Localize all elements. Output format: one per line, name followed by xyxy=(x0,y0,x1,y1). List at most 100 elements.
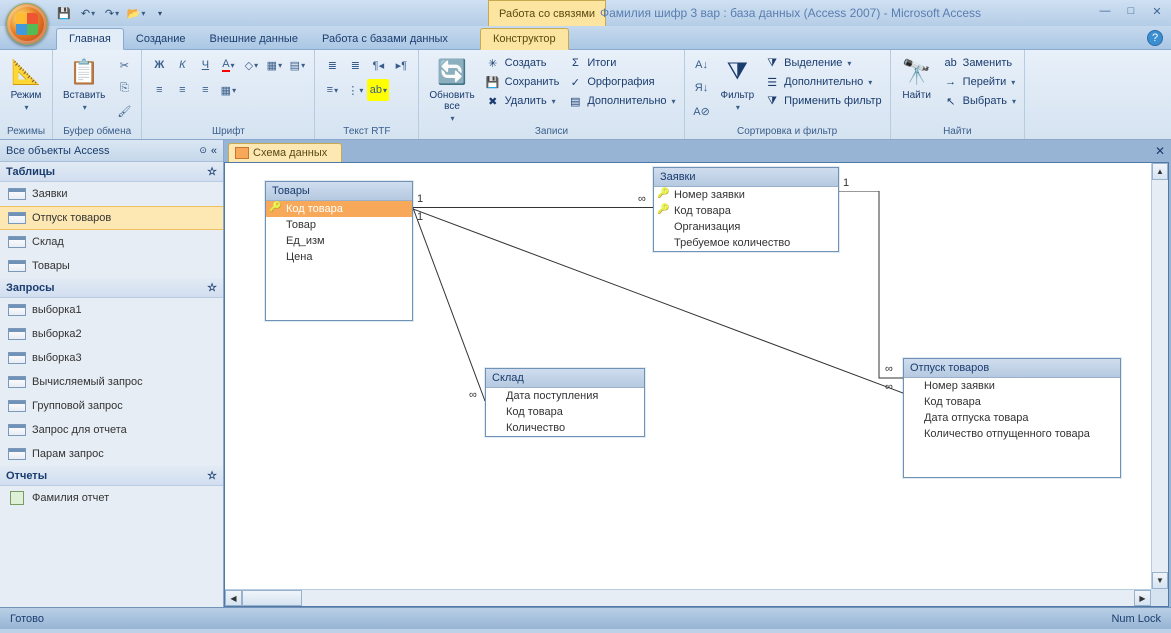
tab-designer[interactable]: Конструктор xyxy=(480,28,569,50)
nav-report-item[interactable]: Фамилия отчет xyxy=(0,486,223,510)
field[interactable]: Дата отпуска товара xyxy=(904,410,1120,426)
save-icon[interactable]: 💾 xyxy=(56,5,72,21)
scroll-right-button[interactable]: ▶ xyxy=(1134,590,1151,606)
view-button[interactable]: 📐Режим xyxy=(6,54,46,114)
gridlines-button[interactable]: ▦ xyxy=(263,54,285,76)
toggle-filter-button[interactable]: ⧩Применить фильтр xyxy=(762,92,884,110)
nav-dropdown-icon[interactable]: ⊙ xyxy=(199,145,207,156)
doc-tab-relationships[interactable]: Схема данных xyxy=(228,143,342,162)
undo-icon[interactable]: ↶ xyxy=(80,5,96,21)
nav-query-item[interactable]: Запрос для отчета xyxy=(0,418,223,442)
gridstyle-button[interactable]: ▦ xyxy=(217,79,239,101)
bullets-button[interactable]: ⋮ xyxy=(344,79,366,101)
new-record-button[interactable]: ✳Создать xyxy=(483,54,562,72)
field[interactable]: Ед_изм xyxy=(266,233,412,249)
close-button[interactable]: ✕ xyxy=(1149,4,1165,18)
tab-create[interactable]: Создание xyxy=(124,29,198,49)
diagram-table-tovary[interactable]: Товары Код товара Товар Ед_изм Цена xyxy=(265,181,413,321)
diagram-table-otpusk[interactable]: Отпуск товаров Номер заявки Код товара Д… xyxy=(903,358,1121,478)
tab-home[interactable]: Главная xyxy=(56,28,124,50)
field[interactable]: Номер заявки xyxy=(654,187,838,203)
align-left-button[interactable]: ≡ xyxy=(148,79,170,101)
horizontal-scrollbar[interactable]: ◀ ▶ xyxy=(225,589,1151,606)
nav-header[interactable]: Все объекты Access ⊙« xyxy=(0,140,223,162)
highlight-button[interactable]: ab xyxy=(367,79,389,101)
minimize-button[interactable]: — xyxy=(1097,4,1113,18)
scroll-up-button[interactable]: ▲ xyxy=(1152,163,1168,180)
field[interactable]: Количество отпущенного товара xyxy=(904,426,1120,442)
nav-category-tables[interactable]: Таблицы☆ xyxy=(0,162,223,182)
relationships-canvas[interactable]: Товары Код товара Товар Ед_изм Цена Заяв… xyxy=(224,162,1169,607)
field[interactable]: Номер заявки xyxy=(904,378,1120,394)
delete-record-button[interactable]: ✖Удалить xyxy=(483,92,562,110)
binoculars-icon: 🔭 xyxy=(901,56,933,88)
clear-sort-button[interactable]: A⊘ xyxy=(691,100,713,122)
redo-icon[interactable]: ↷ xyxy=(104,5,120,21)
nav-collapse-icon[interactable]: « xyxy=(211,145,217,157)
paste-button[interactable]: 📋Вставить xyxy=(59,54,109,114)
copy-button[interactable]: ⎘ xyxy=(113,77,135,99)
goto-button[interactable]: →Перейти xyxy=(941,73,1018,91)
nav-query-item[interactable]: выборка3 xyxy=(0,346,223,370)
nav-table-item[interactable]: Товары xyxy=(0,254,223,278)
sort-desc-button[interactable]: Я↓ xyxy=(691,77,713,99)
field[interactable]: Код товара xyxy=(486,404,644,420)
scroll-thumb[interactable] xyxy=(242,590,302,606)
selection-filter-button[interactable]: ⧩Выделение xyxy=(762,54,884,72)
align-center-button[interactable]: ≡ xyxy=(171,79,193,101)
select-button[interactable]: ↖Выбрать xyxy=(941,92,1018,110)
refresh-all-button[interactable]: 🔄Обновить все xyxy=(425,54,478,125)
office-button[interactable] xyxy=(6,3,48,45)
ltr-button[interactable]: ¶◂ xyxy=(367,54,389,76)
doc-close-button[interactable]: ✕ xyxy=(1155,144,1165,158)
qat-customize-icon[interactable]: ▾ xyxy=(152,5,168,21)
nav-query-item[interactable]: Парам запрос xyxy=(0,442,223,466)
nav-category-reports[interactable]: Отчеты☆ xyxy=(0,466,223,486)
field[interactable]: Количество xyxy=(486,420,644,436)
nav-query-item[interactable]: выборка2 xyxy=(0,322,223,346)
save-record-button[interactable]: 💾Сохранить xyxy=(483,73,562,91)
sort-asc-button[interactable]: A↓ xyxy=(691,54,713,76)
scroll-left-button[interactable]: ◀ xyxy=(225,590,242,606)
more-records-button[interactable]: ▤Дополнительно xyxy=(565,92,677,110)
workspace: Схема данных ✕ Товары Код товара Товар Е… xyxy=(224,140,1171,607)
increase-indent-button[interactable]: ≣ xyxy=(344,54,366,76)
field[interactable]: Товар xyxy=(266,217,412,233)
totals-button[interactable]: ΣИтоги xyxy=(565,54,677,72)
nav-query-item[interactable]: Групповой запрос xyxy=(0,394,223,418)
filter-button[interactable]: ⧩Фильтр xyxy=(717,54,759,114)
query-icon xyxy=(8,400,26,412)
find-button[interactable]: 🔭Найти xyxy=(897,54,937,103)
decrease-indent-button[interactable]: ≣ xyxy=(321,54,343,76)
field-kod-tovara[interactable]: Код товара xyxy=(266,201,412,217)
fill-color-button[interactable]: ◇ xyxy=(240,54,262,76)
replace-button[interactable]: abЗаменить xyxy=(941,54,1018,72)
open-icon[interactable]: 📂 xyxy=(128,5,144,21)
spelling-button[interactable]: ✓Орфография xyxy=(565,73,677,91)
underline-button[interactable]: Ч xyxy=(194,54,216,76)
tab-database-tools[interactable]: Работа с базами данных xyxy=(310,29,460,49)
advanced-filter-button[interactable]: ☰Дополнительно xyxy=(762,73,884,91)
cut-button[interactable]: ✂ xyxy=(113,54,135,76)
nav-query-item[interactable]: выборка1 xyxy=(0,298,223,322)
tab-external-data[interactable]: Внешние данные xyxy=(198,29,310,49)
nav-query-item[interactable]: Вычисляемый запрос xyxy=(0,370,223,394)
maximize-button[interactable]: □ xyxy=(1123,4,1139,18)
alt-color-button[interactable]: ▤ xyxy=(286,54,308,76)
nav-table-item[interactable]: Склад xyxy=(0,230,223,254)
format-painter-button[interactable]: 🖌 xyxy=(113,100,135,122)
vertical-scrollbar[interactable]: ▲ ▼ xyxy=(1151,163,1168,589)
field[interactable]: Цена xyxy=(266,249,412,265)
help-icon[interactable]: ? xyxy=(1147,30,1163,46)
field[interactable]: Код товара xyxy=(904,394,1120,410)
align-right-button[interactable]: ≡ xyxy=(194,79,216,101)
nav-table-item[interactable]: Заявки xyxy=(0,182,223,206)
rtl-button[interactable]: ▸¶ xyxy=(390,54,412,76)
italic-button[interactable]: К xyxy=(171,54,193,76)
nav-table-item[interactable]: Отпуск товаров xyxy=(0,206,223,230)
nav-category-queries[interactable]: Запросы☆ xyxy=(0,278,223,298)
font-color-button[interactable]: А xyxy=(217,54,239,76)
scroll-down-button[interactable]: ▼ xyxy=(1152,572,1168,589)
numbering-button[interactable]: ≡ xyxy=(321,79,343,101)
bold-button[interactable]: Ж xyxy=(148,54,170,76)
